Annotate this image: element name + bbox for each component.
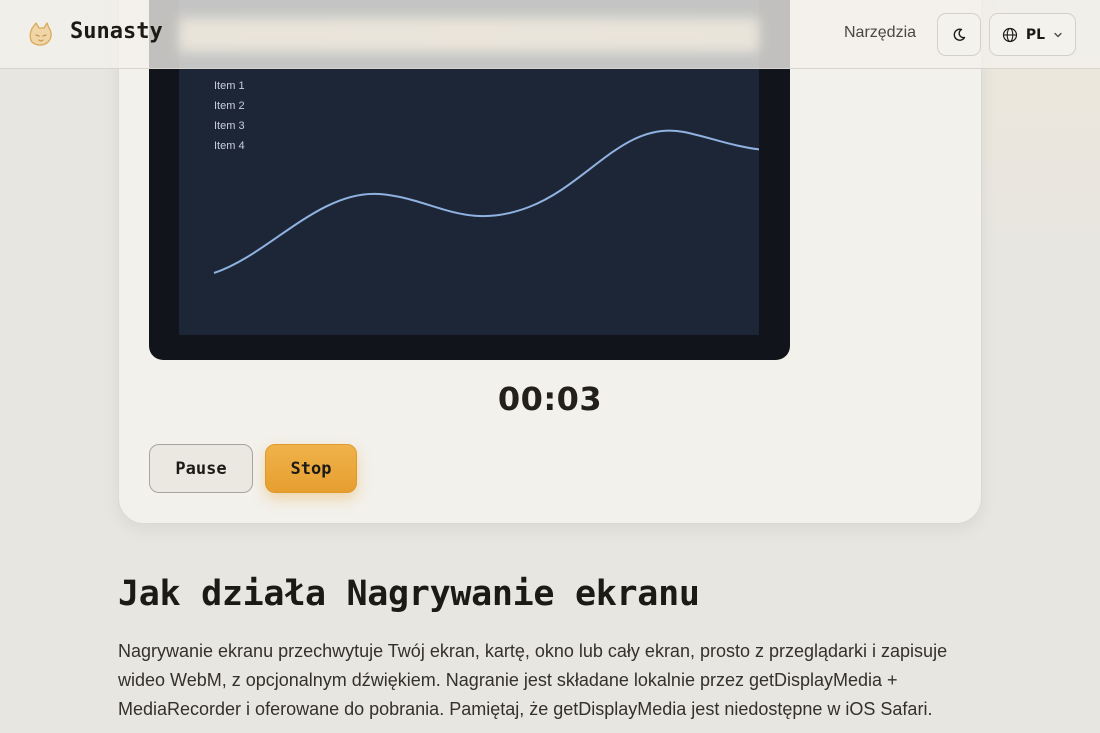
brand-name[interactable]: Sunasty	[70, 19, 163, 44]
preview-item: Item 1	[214, 80, 245, 92]
theme-toggle-button[interactable]	[937, 13, 981, 56]
preview-item: Item 4	[214, 140, 245, 152]
chevron-down-icon	[1054, 32, 1062, 37]
site-header: Sunasty Narzędzia PL	[0, 0, 1100, 69]
recording-timer: 00:03	[497, 380, 603, 418]
globe-icon	[1002, 27, 1018, 42]
moon-icon	[953, 28, 966, 41]
preview-item: Item 3	[214, 120, 245, 132]
preview-item: Item 2	[214, 100, 245, 112]
pause-button[interactable]: Pause	[149, 444, 253, 493]
stop-button[interactable]: Stop	[265, 444, 357, 493]
background-glow	[985, 60, 1100, 260]
language-selector[interactable]: PL	[989, 13, 1076, 56]
language-label: PL	[1025, 26, 1046, 43]
article-body: Nagrywanie ekranu przechwytuje Twój ekra…	[118, 641, 948, 719]
preview-line	[213, 129, 759, 274]
cat-logo-icon[interactable]	[27, 20, 55, 48]
article-title: Jak działa Nagrywanie ekranu	[118, 574, 700, 614]
nav-link-tools[interactable]: Narzędzia	[844, 24, 916, 42]
preview-item-list: Item 1 Item 2 Item 3 Item 4	[214, 78, 245, 158]
